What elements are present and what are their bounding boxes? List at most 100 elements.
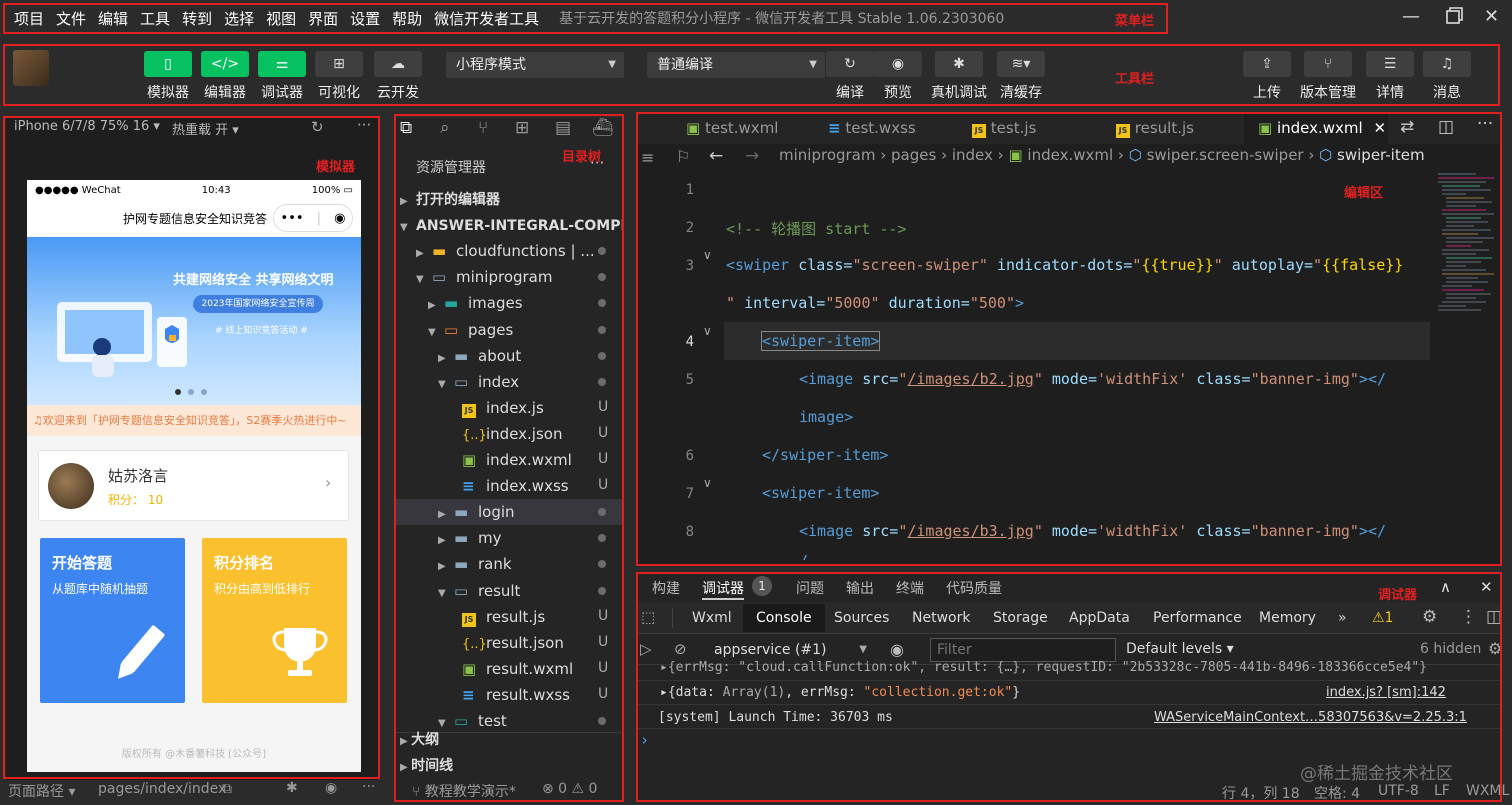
version-control-button[interactable]: ⑂ xyxy=(1304,51,1352,77)
tree-item[interactable]: ▶ ▬ about xyxy=(438,343,521,369)
tree-item[interactable]: ▼ ▭ test xyxy=(438,708,507,734)
tree-item[interactable]: ▼ ▭ result xyxy=(438,578,520,604)
debugger-toggle-button[interactable]: ⚌ xyxy=(258,51,306,77)
tree-item[interactable]: ▣ result.wxml xyxy=(462,656,573,682)
swiper-dot[interactable] xyxy=(201,389,207,395)
console-log-2-source[interactable]: index.js? [sm]:142 xyxy=(1326,685,1446,700)
fold-icon[interactable]: ∨ xyxy=(703,476,712,490)
breadcrumb-item[interactable]: swiper.screen-swiper xyxy=(1147,146,1304,164)
tree-item[interactable]: ▶ ▬ login xyxy=(396,499,622,526)
tree-item[interactable]: ▣ index.wxml xyxy=(462,447,572,473)
maximize-icon[interactable] xyxy=(1444,6,1464,31)
bookmark-icon[interactable]: ⚐ xyxy=(676,147,690,166)
simulator-toggle-button[interactable]: ▯ xyxy=(144,51,192,77)
tree-item[interactable]: JS index.js xyxy=(462,395,544,421)
list-icon[interactable]: ≡ xyxy=(641,148,654,167)
devtools-tab[interactable]: Network xyxy=(912,604,970,632)
gear-icon[interactable]: ⚙ xyxy=(1422,607,1437,627)
layout-icon[interactable]: ▤ xyxy=(555,118,571,138)
fold-icon[interactable]: ∨ xyxy=(703,324,712,338)
code-line-3[interactable]: <swiper class="screen-swiper" indicator-… xyxy=(726,256,1403,274)
indent-spaces[interactable]: 空格: 4 xyxy=(1314,783,1360,803)
code-line-8-wrap[interactable]: / xyxy=(799,552,808,560)
back-icon[interactable]: ← xyxy=(709,146,723,166)
clear-cache-button[interactable]: ≋▾ xyxy=(997,51,1045,77)
debug-panel-tab[interactable]: 调试器 xyxy=(702,578,744,600)
code-line-6[interactable]: </swiper-item> xyxy=(762,446,888,464)
log-levels-select[interactable]: Default levels ▾ xyxy=(1126,641,1234,657)
inspect-icon[interactable]: ⬚ xyxy=(641,608,655,626)
chevron-up-icon[interactable]: ∧ xyxy=(1440,578,1451,596)
start-quiz-card[interactable]: 开始答题 从题库中随机抽题 xyxy=(40,538,185,703)
devtools-tab[interactable]: Storage xyxy=(993,604,1048,632)
menu-item[interactable]: 设置 xyxy=(350,8,380,29)
tree-item[interactable]: JS result.js xyxy=(462,604,545,630)
menu-item[interactable]: 转到 xyxy=(182,8,212,29)
menu-item[interactable]: 微信开发者工具 xyxy=(434,8,539,29)
problems-status[interactable]: ⊗ 0 ⚠ 0 xyxy=(542,781,597,797)
debug-panel-tab[interactable]: 输出 xyxy=(846,578,874,598)
copy-icon[interactable]: ⧉ xyxy=(222,781,232,797)
split-editor-icon[interactable]: ◫ xyxy=(1438,117,1454,137)
more-icon[interactable]: ··· xyxy=(362,779,375,795)
files-icon[interactable]: ⧉ xyxy=(400,118,412,138)
devtools-tab[interactable]: Sources xyxy=(834,604,889,632)
device-debug-button[interactable]: ✱ xyxy=(935,51,983,77)
breadcrumb-item[interactable]: pages xyxy=(891,146,936,164)
close-window-icon[interactable]: ✕ xyxy=(1484,6,1499,27)
extensions-icon[interactable]: ⊞ xyxy=(515,118,529,138)
line-ending[interactable]: LF xyxy=(1434,783,1450,799)
context-select[interactable]: appservice (#1) ▼ xyxy=(706,638,871,662)
tree-item[interactable]: ▶ ▬ cloudfunctions | ... xyxy=(416,238,595,264)
upload-button[interactable]: ⇪ xyxy=(1243,51,1291,77)
editor-toggle-button[interactable]: </> xyxy=(201,51,249,77)
more-icon[interactable]: ··· xyxy=(357,116,371,134)
minimap[interactable] xyxy=(1436,170,1498,320)
swiper-dot-active[interactable] xyxy=(175,389,181,395)
fold-icon[interactable]: ∨ xyxy=(703,248,712,262)
more-tabs-button[interactable]: » xyxy=(1338,604,1347,632)
search-icon[interactable]: ⌕ xyxy=(440,118,450,138)
tree-item[interactable]: {..}index.json xyxy=(462,421,562,447)
more-dots-icon[interactable]: ••• xyxy=(281,211,304,226)
code-line-5[interactable]: <image src="/images/b2.jpg" mode='widthF… xyxy=(799,370,1386,388)
cursor-position[interactable]: 行 4，列 18 xyxy=(1222,783,1300,803)
cloud-dev-button[interactable]: ☁ xyxy=(374,51,422,77)
menu-item[interactable]: 文件 xyxy=(56,8,86,29)
tree-item[interactable]: ▶ ▬ images xyxy=(428,290,523,316)
close-panel-icon[interactable]: ✕ xyxy=(1480,578,1493,596)
dock-icon[interactable]: ◫ xyxy=(1486,607,1502,627)
menu-item[interactable]: 界面 xyxy=(308,8,338,29)
menu-item[interactable]: 项目 xyxy=(14,8,44,29)
tree-item[interactable]: ▼ ANSWER-INTEGRAL-COMPETITI... xyxy=(400,212,622,238)
clear-console-icon[interactable]: ⊘ xyxy=(674,640,687,658)
tree-item[interactable]: ▼ ▭ miniprogram xyxy=(416,264,552,290)
editor-tab[interactable]: JS result.js xyxy=(1102,112,1244,144)
close-target-icon[interactable]: ◉ xyxy=(334,211,345,226)
banner-swiper[interactable]: 共建网络安全 共享网络文明 2023年国家网络安全宣传周 # 线上知识竞答活动 … xyxy=(27,237,361,405)
breadcrumb-item[interactable]: miniprogram xyxy=(779,146,875,164)
git-branch-icon[interactable]: ⑂ xyxy=(478,118,488,138)
minimize-icon[interactable]: — xyxy=(1402,6,1420,27)
language-mode[interactable]: WXML xyxy=(1466,783,1509,799)
tree-item[interactable]: ▼ ▭ pages xyxy=(428,317,513,343)
debug-panel-tab[interactable]: 构建 xyxy=(652,578,680,598)
device-select[interactable]: iPhone 6/7/8 75% 16 ▾ xyxy=(14,119,160,134)
tree-item[interactable]: {..}result.json xyxy=(462,630,564,656)
visual-button[interactable]: ⊞ xyxy=(315,51,363,77)
editor-tab[interactable]: ▣ index.wxml ✕ xyxy=(1244,112,1388,144)
tree-item[interactable]: ▶ 打开的编辑器 xyxy=(400,186,500,212)
gear-icon[interactable]: ⚙ xyxy=(1488,639,1502,658)
code-line-3-wrap[interactable]: " interval="5000" duration="500"> xyxy=(726,294,1024,312)
user-card[interactable]: 姑苏洛言 积分： 10 › xyxy=(38,450,349,521)
eye-icon[interactable]: ◉ xyxy=(325,780,337,796)
tree-item[interactable]: ≡ index.wxss xyxy=(462,473,569,499)
console-log-3[interactable]: [system] Launch Time: 36703 ms xyxy=(658,710,893,725)
code-line-7[interactable]: <swiper-item> xyxy=(762,484,879,502)
outline-section[interactable]: ▶ 大纲 xyxy=(400,727,439,753)
swiper-dot[interactable] xyxy=(188,389,194,395)
breadcrumb-item[interactable]: index.wxml xyxy=(1027,146,1113,164)
tree-item[interactable]: ≡ result.wxss xyxy=(462,682,570,708)
forward-icon[interactable]: → xyxy=(745,146,759,166)
ranking-card[interactable]: 积分排名 积分由高到低排行 xyxy=(202,538,347,703)
